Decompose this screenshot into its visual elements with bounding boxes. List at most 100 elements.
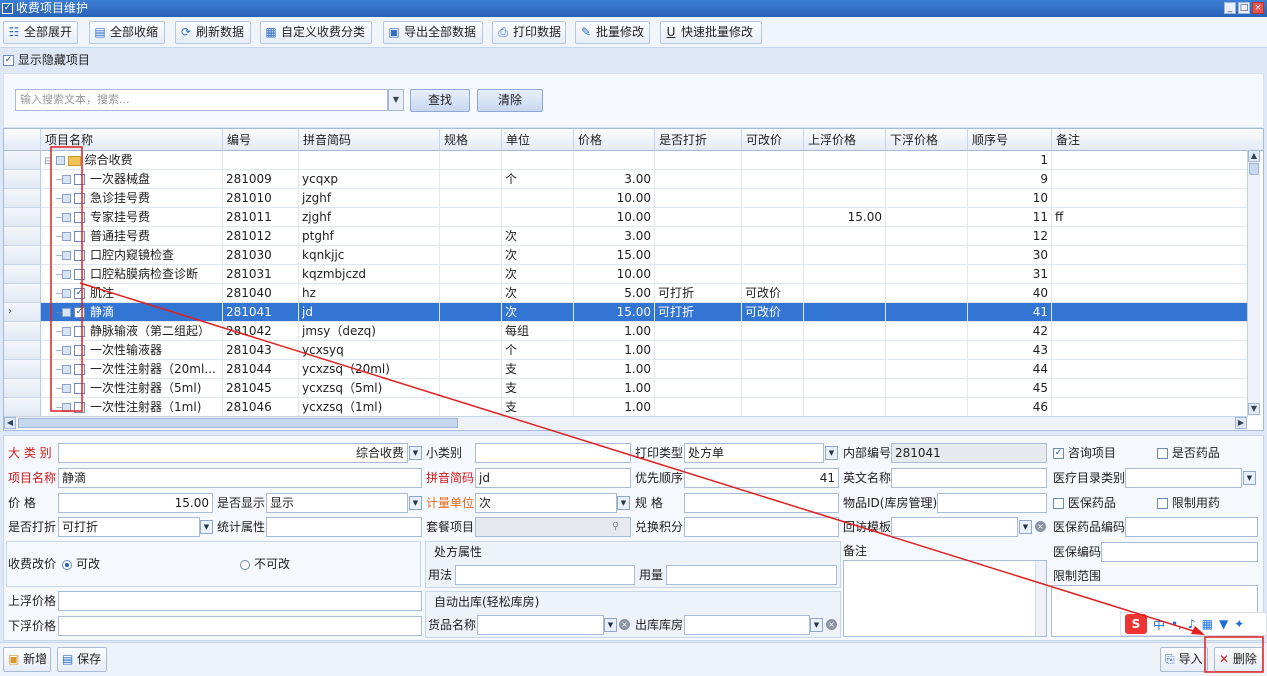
cell-up[interactable]: [804, 170, 886, 189]
cell-name[interactable]: ┄ 一次器械盘: [41, 170, 223, 189]
row-indicator[interactable]: [4, 322, 41, 341]
binoculars-icon[interactable]: ⚲: [612, 521, 619, 532]
table-row[interactable]: ┄ 一次性注射器（1ml) 281046 ycxzsq（1ml) 支 1.00 46: [4, 398, 1248, 417]
usage-input[interactable]: [455, 565, 635, 585]
tree-node-icon[interactable]: [55, 156, 65, 165]
col-header-price[interactable]: 价格: [574, 129, 655, 151]
cell-note[interactable]: [1052, 360, 1248, 379]
cell-editable[interactable]: [742, 170, 804, 189]
unit-dropdown-icon[interactable]: ▼: [617, 496, 630, 510]
cell-name[interactable]: ┄ 一次性注射器（20ml...: [41, 360, 223, 379]
cell-py[interactable]: ycxzsq（5ml): [299, 379, 440, 398]
cell-py[interactable]: jzghf: [299, 189, 440, 208]
row-indicator[interactable]: [4, 246, 41, 265]
ins-code-input[interactable]: [1101, 542, 1258, 562]
cell-spec[interactable]: [440, 151, 502, 170]
cell-order[interactable]: 31: [968, 265, 1052, 284]
cell-unit[interactable]: 个: [502, 341, 574, 360]
cell-editable[interactable]: 可改价: [742, 303, 804, 322]
cell-unit[interactable]: [502, 151, 574, 170]
ime-toolbar[interactable]: S 中 •, ♪ ▦ ▼ ✦: [1120, 612, 1267, 636]
cell-code[interactable]: 281040: [223, 284, 299, 303]
cell-editable[interactable]: [742, 379, 804, 398]
cell-discount[interactable]: 可打折: [655, 303, 742, 322]
expand-all-button[interactable]: ☷ 全部展开: [3, 21, 78, 44]
cell-spec[interactable]: [440, 208, 502, 227]
cell-price[interactable]: 1.00: [574, 341, 655, 360]
consult-item-checkbox[interactable]: ✓ 咨询项目: [1053, 443, 1116, 463]
cell-name[interactable]: ┄ 一次性注射器（1ml): [41, 398, 223, 417]
cell-editable[interactable]: [742, 208, 804, 227]
cell-editable[interactable]: [742, 341, 804, 360]
checkbox-icon[interactable]: [74, 364, 86, 375]
tree-node-icon[interactable]: [62, 327, 72, 336]
cell-spec[interactable]: [440, 379, 502, 398]
cell-editable[interactable]: [742, 151, 804, 170]
big-category-select[interactable]: 综合收费: [58, 443, 408, 463]
restricted-drug-checkbox[interactable]: 限制用药: [1157, 493, 1220, 513]
warehouse-select[interactable]: [684, 615, 810, 635]
cell-discount[interactable]: [655, 170, 742, 189]
col-header-editable[interactable]: 可改价: [742, 129, 804, 151]
cell-price[interactable]: 5.00: [574, 284, 655, 303]
down-price-input[interactable]: [58, 616, 422, 636]
tree-node-icon[interactable]: [62, 403, 72, 412]
cell-code[interactable]: 281043: [223, 341, 299, 360]
toolbox-icon[interactable]: ✦: [1234, 617, 1244, 631]
cell-note[interactable]: [1052, 284, 1248, 303]
checkbox-checked-icon[interactable]: ✓: [74, 307, 86, 318]
cell-editable[interactable]: [742, 189, 804, 208]
cell-note[interactable]: [1052, 246, 1248, 265]
print-button[interactable]: ⎙ 打印数据: [492, 21, 566, 44]
item-name-input[interactable]: 静滴: [58, 468, 422, 488]
search-input[interactable]: 输入搜索文本，搜索...: [15, 89, 388, 111]
cell-price[interactable]: 1.00: [574, 360, 655, 379]
cell-unit[interactable]: 个: [502, 170, 574, 189]
tree-node-icon[interactable]: [62, 251, 72, 260]
big-category-dropdown-icon[interactable]: ▼: [409, 446, 422, 460]
checkbox-icon[interactable]: [74, 345, 86, 356]
cell-order[interactable]: 41: [968, 303, 1052, 322]
cell-order[interactable]: 42: [968, 322, 1052, 341]
cell-discount[interactable]: [655, 227, 742, 246]
maximize-button[interactable]: □: [1238, 2, 1250, 14]
cell-note[interactable]: [1052, 265, 1248, 284]
cell-name[interactable]: ┄ 口腔内窥镜检查: [41, 246, 223, 265]
goods-dropdown-icon[interactable]: ▼: [604, 618, 617, 632]
cell-order[interactable]: 9: [968, 170, 1052, 189]
table-row[interactable]: ┄ 一次器械盘 281009 ycqxp 个 3.00 9: [4, 170, 1248, 189]
cell-name[interactable]: ┄ 一次性注射器（5ml): [41, 379, 223, 398]
cell-unit[interactable]: 支: [502, 360, 574, 379]
checkbox-icon[interactable]: [74, 269, 86, 280]
cell-discount[interactable]: [655, 265, 742, 284]
print-type-select[interactable]: 处方单: [684, 443, 824, 463]
cell-name[interactable]: ┄ ✓ 肌注: [41, 284, 223, 303]
cell-down[interactable]: [886, 170, 968, 189]
cell-discount[interactable]: [655, 189, 742, 208]
cell-note[interactable]: [1052, 322, 1248, 341]
export-all-button[interactable]: ▣ 导出全部数据: [383, 21, 483, 44]
cell-order[interactable]: 44: [968, 360, 1052, 379]
checkbox-icon[interactable]: [74, 326, 86, 337]
cell-down[interactable]: [886, 284, 968, 303]
small-category-input[interactable]: [475, 443, 631, 463]
is-drug-checkbox[interactable]: 是否药品: [1157, 443, 1220, 463]
cell-discount[interactable]: [655, 360, 742, 379]
cell-price[interactable]: 15.00: [574, 303, 655, 322]
scroll-up-icon[interactable]: ▲: [1248, 150, 1260, 162]
cell-order[interactable]: 43: [968, 341, 1052, 360]
cell-up[interactable]: [804, 227, 886, 246]
cell-editable[interactable]: 可改价: [742, 284, 804, 303]
cell-price[interactable]: 3.00: [574, 170, 655, 189]
row-indicator[interactable]: [4, 398, 41, 417]
tree-node-icon[interactable]: [62, 384, 72, 393]
cell-price[interactable]: [574, 151, 655, 170]
delete-button[interactable]: ✕ 删除: [1214, 647, 1263, 672]
pinyin-input[interactable]: jd: [475, 468, 631, 488]
horizontal-scrollbar[interactable]: ◀ ▶: [4, 416, 1247, 429]
cell-py[interactable]: hz: [299, 284, 440, 303]
cell-spec[interactable]: [440, 322, 502, 341]
quick-batch-edit-button[interactable]: U 快速批量修改: [660, 21, 762, 44]
cell-py[interactable]: jmsy（dezq): [299, 322, 440, 341]
cell-spec[interactable]: [440, 284, 502, 303]
